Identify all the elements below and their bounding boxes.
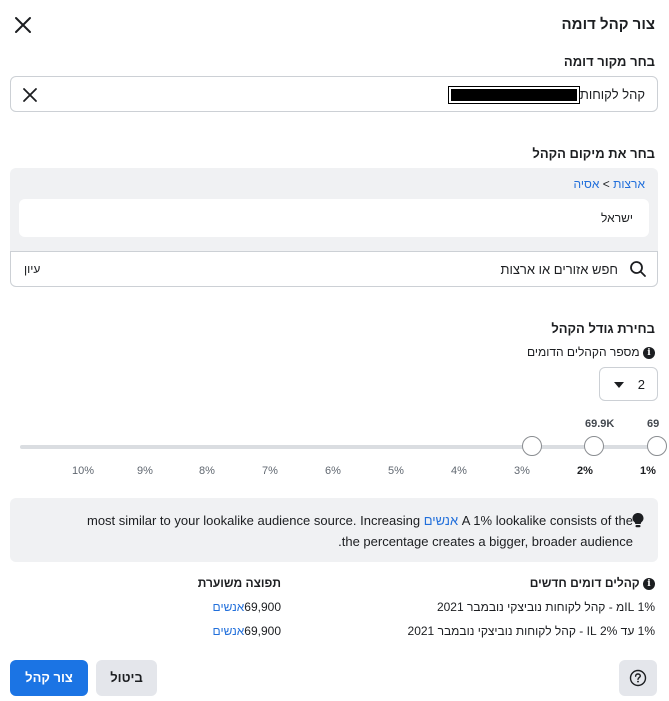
size-slider-track[interactable] [20,445,658,449]
slider-value-label: 69 [647,418,660,430]
reach-number: 69,900 [244,600,281,614]
create-audience-button[interactable]: צור קהל [10,660,88,696]
size-label: בחירת גודל הקהל [551,321,655,336]
slider-handle[interactable] [584,436,604,456]
info-icon[interactable]: i [643,577,655,590]
count-label: מספר הקהלים הדומים [526,345,640,359]
selected-country-box [19,199,649,237]
table-row-reach: 69,900אנשים [213,624,281,638]
lightbulb-icon [631,512,645,528]
redaction-bar [448,86,580,104]
table-row-reach: 69,900אנשים [213,600,281,614]
reach-unit-link[interactable]: אנשים [213,624,245,638]
source-value: קהל לקוחות [579,87,645,102]
note-suffix: most similar to your lookalike audience … [86,513,421,528]
reach-column-header: תפוצה משוערת [197,576,281,590]
slider-handle[interactable] [647,436,667,456]
slider-tick: 8% [199,465,215,477]
browse-link[interactable]: עיון [24,262,40,276]
reach-unit-link[interactable]: אנשים [213,600,245,614]
slider-tick: 6% [325,465,341,477]
help-icon [629,669,647,687]
source-label: בחר מקור דומה [563,54,655,69]
reach-number: 69,900 [244,624,281,638]
cancel-button[interactable]: ביטול [96,660,157,696]
close-icon[interactable] [12,14,34,36]
audiences-column-header: i קהלים דומים חדשים [530,576,655,590]
slider-value-label: 69.9K [585,418,615,430]
selected-country[interactable]: ישראל [601,211,633,225]
note-prefix: A 1% lookalike consists of the [461,513,633,528]
search-icon [629,260,647,278]
slider-tick: 3% [514,465,530,477]
slider-tick: 2% [577,465,593,477]
slider-handle[interactable] [522,436,542,456]
count-select[interactable]: 2 [599,367,658,401]
audiences-header-text: קהלים דומים חדשים [529,576,640,590]
table-row-name: 1% עד 2% IL - קהל לקוחות נוביצקי נובמבר … [407,624,655,638]
note-line2: the percentage creates a bigger, broader… [338,534,633,549]
slider-tick: 10% [71,465,95,477]
caret-down-icon [614,382,624,388]
info-icon[interactable]: i [643,346,655,359]
slider-tick: 5% [388,465,404,477]
location-label: בחר את מיקום הקהל [532,146,655,161]
breadcrumb-separator: > [602,177,610,191]
breadcrumb-child-link[interactable]: אסיה [574,177,600,191]
slider-tick: 9% [137,465,153,477]
slider-tick: 7% [262,465,278,477]
note-text: most similar to your lookalike audience … [43,510,633,552]
clear-icon[interactable] [22,87,38,103]
count-label-row: i מספר הקהלים הדומים [527,345,655,359]
help-button[interactable] [619,660,657,696]
breadcrumb-root-link[interactable]: ארצות [613,177,645,191]
dialog-title: צור קהל דומה [561,16,655,33]
count-value: 2 [637,377,645,392]
breadcrumb: ארצות > אסיה [574,177,646,191]
search-placeholder: חפש אזורים או ארצות [500,262,618,277]
people-link[interactable]: אנשים [424,513,458,528]
table-row-name: 1% ILמ - קהל לקוחות נוביצקי נובמבר 2021 [436,600,655,614]
slider-tick: 1% [640,465,656,477]
slider-tick: 4% [451,465,467,477]
